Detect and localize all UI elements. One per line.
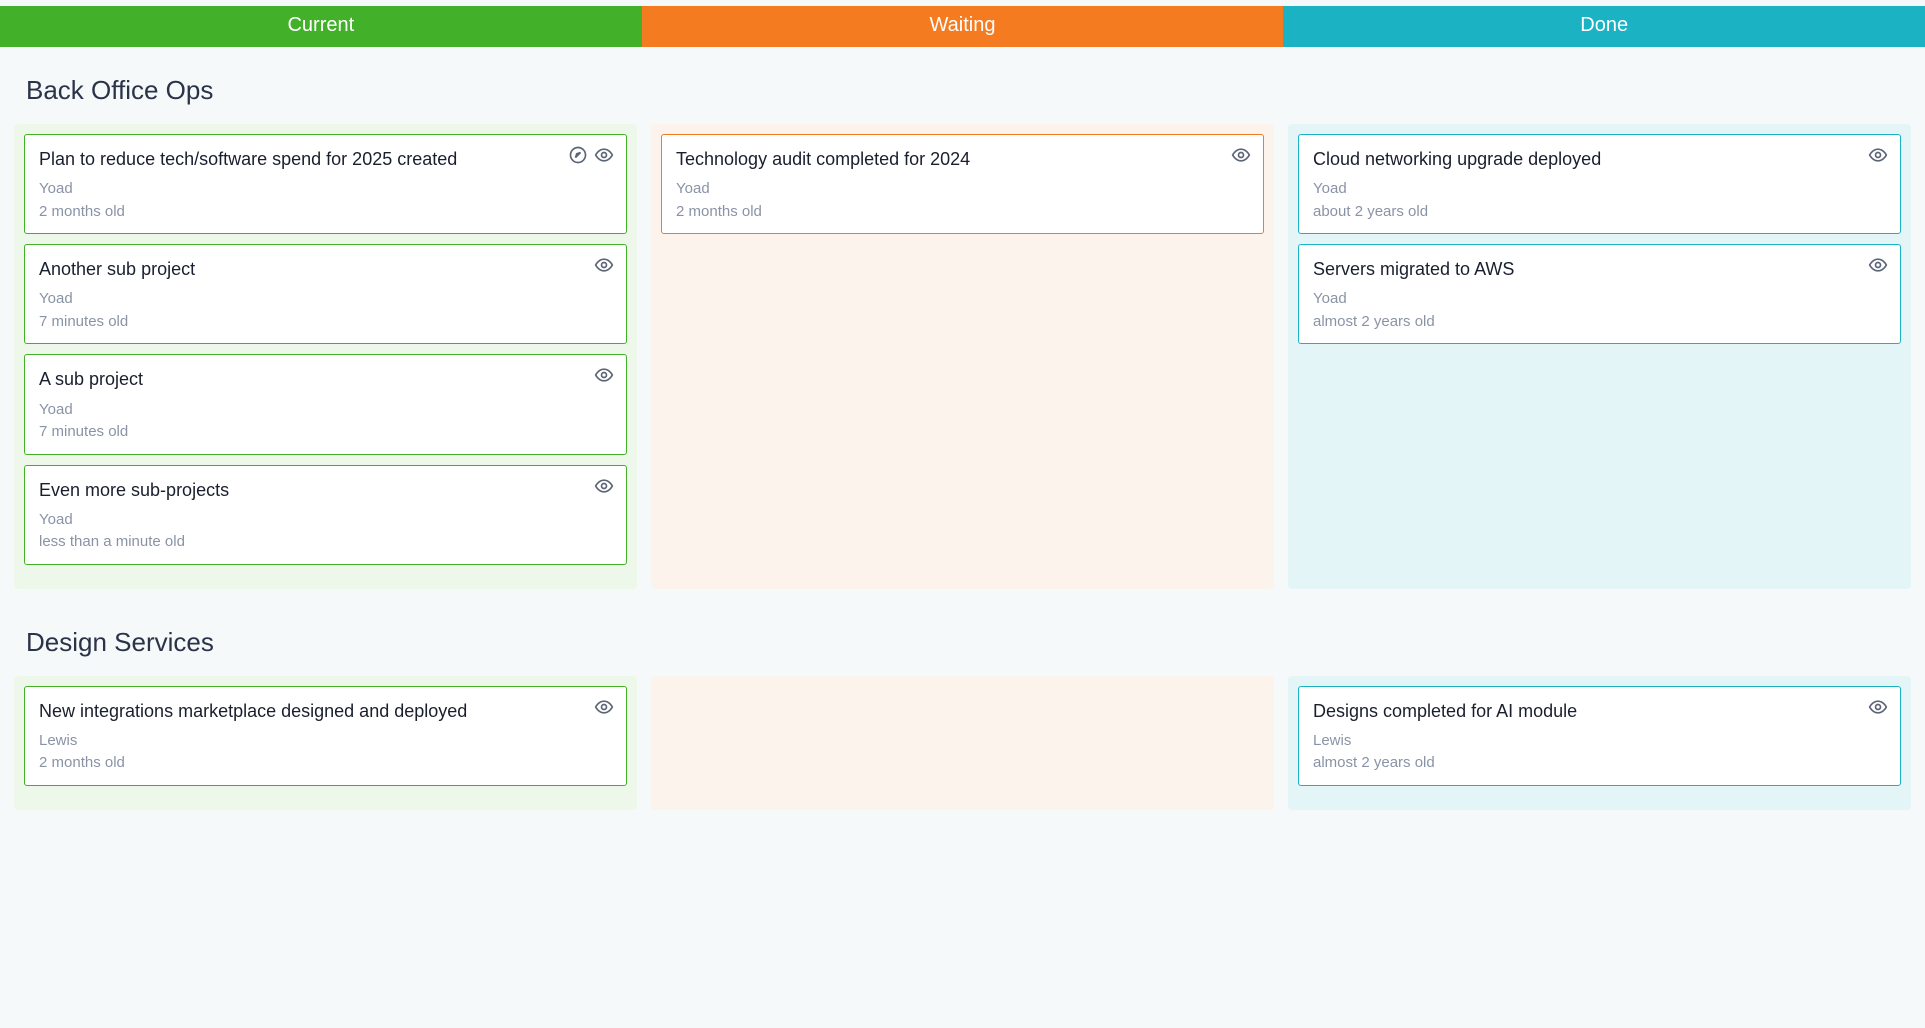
kanban-card[interactable]: Even more sub-projects Yoad less than a …	[24, 465, 627, 565]
lanes: New integrations marketplace designed an…	[4, 676, 1921, 820]
card-icons	[1868, 697, 1888, 717]
card-owner: Lewis	[1313, 730, 1886, 753]
card-owner: Yoad	[39, 178, 612, 201]
column-header-done: Done	[1283, 6, 1925, 47]
card-title: A sub project	[39, 367, 612, 392]
lane-waiting[interactable]	[651, 676, 1274, 810]
card-age: 7 minutes old	[39, 421, 612, 444]
card-owner: Yoad	[39, 288, 612, 311]
card-meta: Yoad 2 months old	[39, 178, 612, 223]
card-icons	[1868, 255, 1888, 275]
card-meta: Yoad almost 2 years old	[1313, 288, 1886, 333]
lane-done[interactable]: Designs completed for AI module Lewis al…	[1288, 676, 1911, 810]
card-title: Another sub project	[39, 257, 612, 282]
card-icons	[1868, 145, 1888, 165]
card-meta: Lewis 2 months old	[39, 730, 612, 775]
card-age: about 2 years old	[1313, 201, 1886, 224]
group-design-services: Design Services New integrations marketp…	[0, 599, 1925, 820]
eye-icon[interactable]	[1868, 255, 1888, 275]
lane-current[interactable]: New integrations marketplace designed an…	[14, 676, 637, 810]
card-meta: Lewis almost 2 years old	[1313, 730, 1886, 775]
lanes: Plan to reduce tech/software spend for 2…	[4, 124, 1921, 599]
card-owner: Yoad	[39, 509, 612, 532]
card-icons	[568, 145, 614, 165]
column-header-current: Current	[0, 6, 642, 47]
card-icons	[594, 476, 614, 496]
eye-icon[interactable]	[594, 697, 614, 717]
card-age: almost 2 years old	[1313, 752, 1886, 775]
card-owner: Yoad	[676, 178, 1249, 201]
card-age: 2 months old	[39, 752, 612, 775]
kanban-card[interactable]: Servers migrated to AWS Yoad almost 2 ye…	[1298, 244, 1901, 344]
kanban-card[interactable]: Cloud networking upgrade deployed Yoad a…	[1298, 134, 1901, 234]
card-title: Technology audit completed for 2024	[676, 147, 1249, 172]
card-meta: Yoad 7 minutes old	[39, 288, 612, 333]
card-icons	[1231, 145, 1251, 165]
card-title: Even more sub-projects	[39, 478, 612, 503]
lane-waiting[interactable]: Technology audit completed for 2024 Yoad…	[651, 124, 1274, 589]
column-headers: Current Waiting Done	[0, 6, 1925, 47]
card-meta: Yoad 7 minutes old	[39, 399, 612, 444]
eye-icon[interactable]	[1868, 697, 1888, 717]
group-back-office-ops: Back Office Ops Plan to reduce tech/soft…	[0, 47, 1925, 599]
card-owner: Yoad	[1313, 288, 1886, 311]
card-owner: Lewis	[39, 730, 612, 753]
card-meta: Yoad less than a minute old	[39, 509, 612, 554]
card-title: Designs completed for AI module	[1313, 699, 1886, 724]
eye-icon[interactable]	[594, 255, 614, 275]
kanban-card[interactable]: Plan to reduce tech/software spend for 2…	[24, 134, 627, 234]
eye-icon[interactable]	[594, 365, 614, 385]
card-title: Plan to reduce tech/software spend for 2…	[39, 147, 612, 172]
card-age: less than a minute old	[39, 531, 612, 554]
card-owner: Yoad	[1313, 178, 1886, 201]
card-age: 2 months old	[39, 201, 612, 224]
card-meta: Yoad about 2 years old	[1313, 178, 1886, 223]
kanban-card[interactable]: Another sub project Yoad 7 minutes old	[24, 244, 627, 344]
kanban-card[interactable]: Technology audit completed for 2024 Yoad…	[661, 134, 1264, 234]
group-title: Design Services	[4, 599, 1921, 676]
eye-icon[interactable]	[594, 476, 614, 496]
card-title: Servers migrated to AWS	[1313, 257, 1886, 282]
card-icons	[594, 365, 614, 385]
card-age: 7 minutes old	[39, 311, 612, 334]
kanban-card[interactable]: A sub project Yoad 7 minutes old	[24, 354, 627, 454]
eye-icon[interactable]	[1868, 145, 1888, 165]
card-meta: Yoad 2 months old	[676, 178, 1249, 223]
card-title: Cloud networking upgrade deployed	[1313, 147, 1886, 172]
lane-current[interactable]: Plan to reduce tech/software spend for 2…	[14, 124, 637, 589]
eye-icon[interactable]	[594, 145, 614, 165]
card-title: New integrations marketplace designed an…	[39, 699, 612, 724]
group-title: Back Office Ops	[4, 47, 1921, 124]
eye-icon[interactable]	[1231, 145, 1251, 165]
kanban-card[interactable]: Designs completed for AI module Lewis al…	[1298, 686, 1901, 786]
card-age: almost 2 years old	[1313, 311, 1886, 334]
kanban-card[interactable]: New integrations marketplace designed an…	[24, 686, 627, 786]
lane-done[interactable]: Cloud networking upgrade deployed Yoad a…	[1288, 124, 1911, 589]
column-header-waiting: Waiting	[642, 6, 1284, 47]
compass-icon[interactable]	[568, 145, 588, 165]
card-owner: Yoad	[39, 399, 612, 422]
card-icons	[594, 255, 614, 275]
card-icons	[594, 697, 614, 717]
card-age: 2 months old	[676, 201, 1249, 224]
